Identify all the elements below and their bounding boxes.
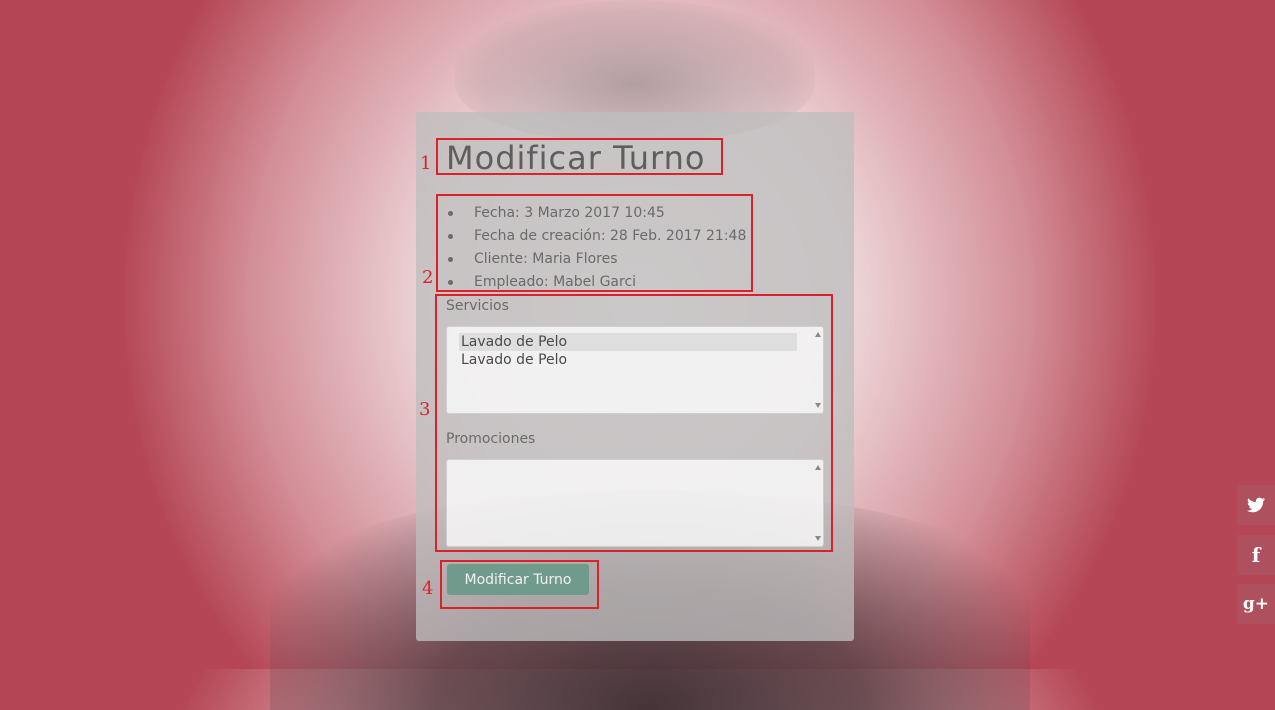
annotation-box-1 [436, 138, 723, 175]
annotation-number-2: 2 [422, 267, 434, 288]
annotation-number-1: 1 [420, 153, 432, 174]
annotation-box-2 [436, 194, 753, 292]
annotation-number-3: 3 [419, 399, 431, 420]
annotation-box-3 [435, 294, 833, 552]
google-plus-button[interactable]: g+ [1237, 584, 1275, 624]
facebook-button[interactable]: f [1237, 535, 1275, 575]
twitter-icon [1247, 497, 1265, 513]
google-plus-icon: g+ [1242, 594, 1270, 614]
annotation-number-4: 4 [422, 578, 434, 599]
facebook-icon: f [1251, 543, 1261, 567]
annotation-box-4 [440, 560, 599, 609]
twitter-button[interactable] [1237, 485, 1275, 525]
